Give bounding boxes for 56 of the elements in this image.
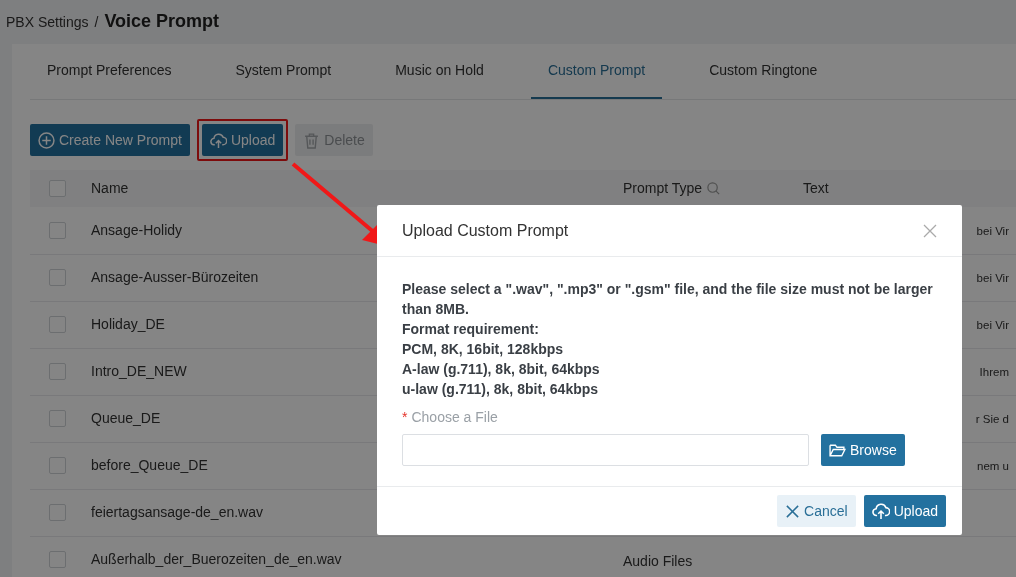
table-cell: Außerhalb_der_Buerozeiten_de_en.wav bbox=[91, 551, 342, 567]
instruction-text: Format requirement: bbox=[402, 320, 540, 339]
file-input-field[interactable] bbox=[402, 434, 809, 466]
table-cell: Ansage-Ausser-Bürozeiten bbox=[91, 269, 259, 285]
checkbox[interactable] bbox=[49, 363, 66, 380]
table-cell: Holiday_DE bbox=[91, 316, 165, 332]
table-cell-text: Ihrem bbox=[979, 366, 1010, 378]
table-cell-text: nem u bbox=[977, 460, 1010, 472]
instruction-text: u-law (g.711), 8k, 8bit, 64kbps bbox=[402, 380, 600, 399]
column-header: Prompt Type bbox=[623, 179, 703, 198]
table-cell-text: r Sie d bbox=[975, 413, 1010, 425]
table-cell: feiertagsansage-de_en.wav bbox=[91, 504, 263, 520]
cloud-upload-icon bbox=[209, 131, 227, 149]
tab[interactable]: Music on Hold bbox=[378, 44, 501, 99]
upload-button[interactable]: Upload bbox=[863, 495, 946, 527]
instruction-text: Please select a ".wav", ".mp3" or ".gsm" file, and the file size must not be larger than 8MB. bbox=[402, 280, 934, 319]
cancel-button[interactable]: Cancel bbox=[777, 495, 856, 527]
close-icon bbox=[922, 223, 938, 240]
tab[interactable]: Custom Ringtone bbox=[692, 44, 835, 99]
field-label: Choose a File bbox=[411, 408, 498, 427]
checkbox[interactable] bbox=[49, 221, 66, 239]
column-header: Text bbox=[803, 179, 829, 198]
table-cell-text: bei Vir bbox=[976, 224, 1010, 237]
column-header: Name bbox=[91, 179, 129, 198]
instruction-text: PCM, 8K, 16bit, 128kbps bbox=[402, 340, 565, 359]
trash-icon bbox=[303, 131, 321, 149]
checkbox[interactable] bbox=[49, 504, 66, 521]
checkbox[interactable] bbox=[49, 316, 66, 333]
table-cell: Intro_DE_NEW bbox=[91, 363, 187, 379]
table-cell-text: bei Vir bbox=[976, 319, 1010, 331]
table-cell-text: bei Vir bbox=[976, 272, 1010, 284]
checkbox[interactable] bbox=[49, 457, 66, 474]
table-cell: Queue_DE bbox=[91, 410, 161, 426]
checkbox[interactable] bbox=[49, 410, 66, 427]
checkbox[interactable] bbox=[49, 551, 66, 568]
cloud-upload-icon bbox=[871, 502, 890, 520]
plus-circle-icon bbox=[38, 131, 55, 149]
close-icon bbox=[785, 503, 801, 519]
page-title: Voice Prompt bbox=[104, 10, 220, 33]
tab[interactable]: Prompt Preferences bbox=[30, 44, 189, 99]
breadcrumb-link[interactable]: PBX Settings bbox=[6, 12, 89, 33]
table-cell: Ansage-Holidy bbox=[91, 221, 183, 238]
checkbox[interactable] bbox=[49, 180, 66, 197]
dialog-title: Upload Custom Prompt bbox=[402, 220, 569, 241]
browse-button[interactable]: Browse bbox=[821, 434, 905, 466]
checkbox[interactable] bbox=[49, 269, 66, 286]
tab[interactable]: Custom Prompt bbox=[530, 44, 663, 99]
required-marker: * bbox=[402, 408, 408, 427]
table-cell: Audio Files bbox=[623, 553, 693, 569]
table-cell: before_Queue_DE bbox=[91, 457, 208, 473]
breadcrumb-separator: / bbox=[94, 13, 99, 32]
toolbar-button[interactable]: Upload bbox=[201, 124, 284, 156]
instruction-text: A-law (g.711), 8k, 8bit, 64kbps bbox=[402, 360, 601, 379]
toolbar-button[interactable]: Create New Prompt bbox=[30, 124, 190, 156]
folder-icon bbox=[829, 441, 846, 459]
tab[interactable]: System Prompt bbox=[218, 44, 349, 99]
